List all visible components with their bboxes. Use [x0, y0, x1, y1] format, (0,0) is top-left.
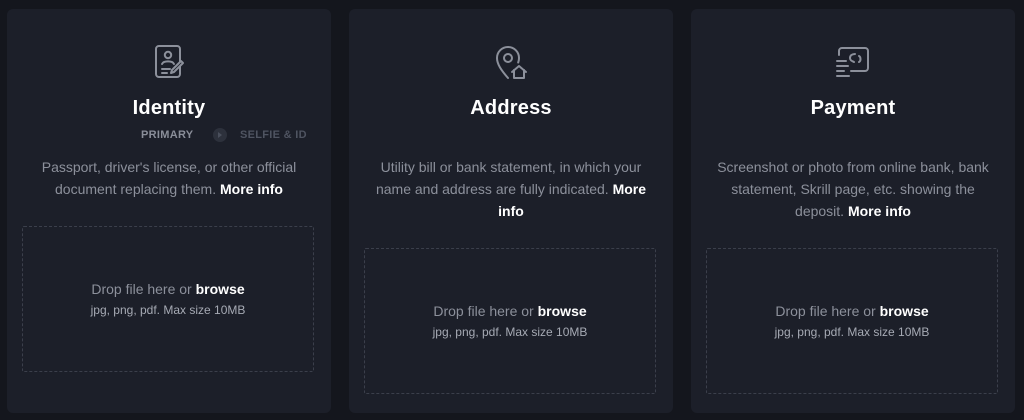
verification-page: Identity PRIMARY SELFIE & ID Passport, d…	[0, 0, 1024, 420]
home-location-pin-icon	[491, 42, 531, 82]
card-description: Passport, driver's license, or other off…	[27, 156, 311, 200]
drop-prefix: Drop file here or	[775, 303, 876, 319]
subtab-selfie-id[interactable]: SELFIE & ID	[240, 129, 307, 141]
subtab-primary[interactable]: PRIMARY	[141, 129, 193, 141]
payment-card: Payment Screenshot or photo from online …	[691, 9, 1015, 413]
card-title: Identity	[132, 97, 206, 119]
file-drop-zone[interactable]: Drop file here or browse jpg, png, pdf. …	[706, 248, 998, 394]
file-format-hint: jpg, png, pdf. Max size 10MB	[774, 325, 930, 339]
file-drop-zone[interactable]: Drop file here or browse jpg, png, pdf. …	[22, 226, 314, 372]
address-card: Address Utility bill or bank statement, …	[349, 9, 673, 413]
drop-instruction: Drop file here or browse	[707, 303, 997, 319]
identity-subtabs: PRIMARY SELFIE & ID	[7, 128, 331, 144]
file-format-hint: jpg, png, pdf. Max size 10MB	[432, 325, 588, 339]
drop-instruction: Drop file here or browse	[365, 303, 655, 319]
more-info-link[interactable]: More info	[848, 203, 911, 219]
browse-link[interactable]: browse	[880, 303, 929, 319]
drop-prefix: Drop file here or	[91, 281, 192, 297]
description-text: Utility bill or bank statement, in which…	[375, 159, 642, 197]
identity-card: Identity PRIMARY SELFIE & ID Passport, d…	[7, 9, 331, 413]
card-title: Address	[470, 97, 552, 119]
card-description: Screenshot or photo from online bank, ba…	[711, 156, 995, 222]
card-title: Payment	[810, 97, 896, 119]
card-description: Utility bill or bank statement, in which…	[369, 156, 653, 222]
browse-link[interactable]: browse	[196, 281, 245, 297]
drop-prefix: Drop file here or	[433, 303, 534, 319]
id-document-icon	[149, 42, 189, 82]
more-info-link[interactable]: More info	[220, 181, 283, 197]
subtab-arrow-icon[interactable]	[213, 128, 227, 142]
drop-instruction: Drop file here or browse	[23, 281, 313, 297]
file-drop-zone[interactable]: Drop file here or browse jpg, png, pdf. …	[364, 248, 656, 394]
browse-link[interactable]: browse	[538, 303, 587, 319]
file-format-hint: jpg, png, pdf. Max size 10MB	[90, 303, 246, 317]
payment-card-icon	[833, 42, 873, 82]
